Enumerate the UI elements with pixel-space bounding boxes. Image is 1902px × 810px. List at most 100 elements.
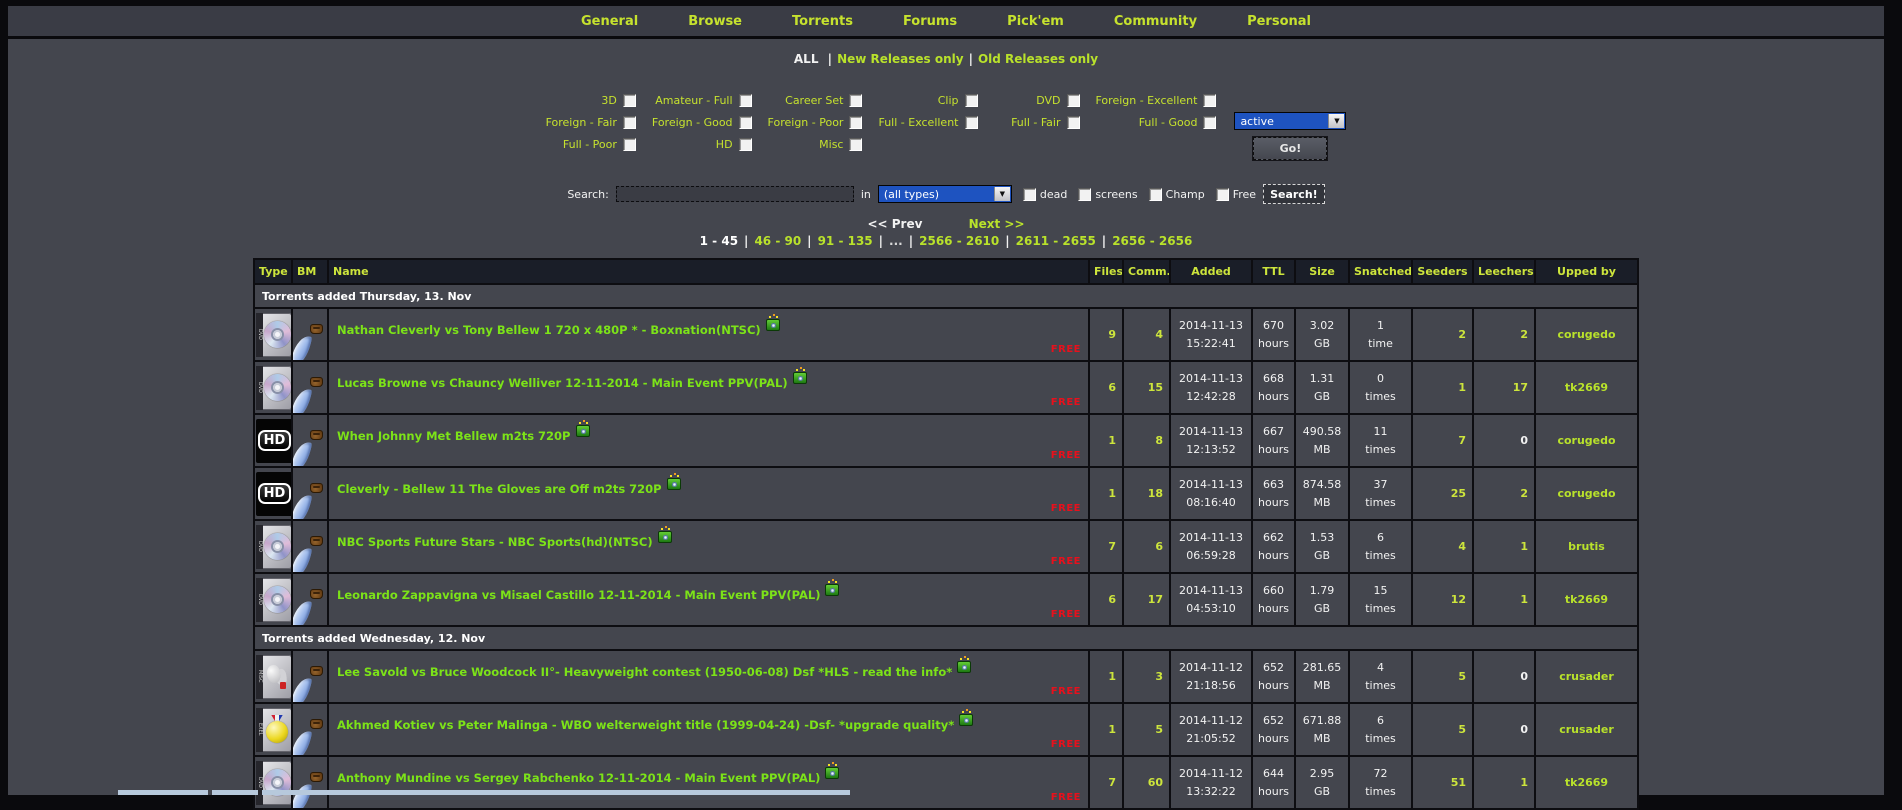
dvd-type-icon[interactable]: DVD xyxy=(256,577,290,622)
col-header-type[interactable]: Type xyxy=(253,258,293,285)
release-filter-link[interactable]: New Releases only xyxy=(837,52,964,66)
category-checkbox[interactable] xyxy=(1203,93,1217,107)
uploader-cell[interactable]: crusader xyxy=(1534,702,1639,757)
exel-type-icon[interactable]: EXEL xyxy=(256,707,290,752)
dvd-type-icon[interactable]: DVD xyxy=(256,365,290,410)
seeders-cell[interactable]: 7 xyxy=(1411,413,1474,468)
seeders-cell[interactable]: 25 xyxy=(1411,466,1474,521)
search-filter-checkbox[interactable] xyxy=(1148,187,1162,201)
leechers-cell[interactable]: 0 xyxy=(1472,702,1536,757)
files-cell[interactable]: 1 xyxy=(1088,413,1124,468)
nav-item-community[interactable]: Community xyxy=(1114,14,1197,29)
comments-cell[interactable]: 6 xyxy=(1122,519,1171,574)
pagination-link[interactable]: 2611 - 2655 xyxy=(1016,234,1096,248)
comments-cell[interactable]: 18 xyxy=(1122,466,1171,521)
uploader-cell[interactable]: corugedo xyxy=(1534,466,1639,521)
pagination-link[interactable]: 91 - 135 xyxy=(818,234,873,248)
nav-item-general[interactable]: General xyxy=(581,14,638,29)
dvd-type-icon[interactable]: DVD xyxy=(256,312,290,357)
screenshot-icon[interactable] xyxy=(657,528,672,543)
screenshot-icon[interactable] xyxy=(575,422,590,437)
files-cell[interactable]: 6 xyxy=(1088,572,1124,627)
category-checkbox[interactable] xyxy=(738,115,752,129)
col-header-size[interactable]: Size xyxy=(1294,258,1350,285)
torrent-name-link[interactable]: Nathan Cleverly vs Tony Bellew 1 720 x 4… xyxy=(337,323,761,337)
leechers-cell[interactable]: 1 xyxy=(1472,572,1536,627)
leechers-cell[interactable]: 0 xyxy=(1472,413,1536,468)
uploader-cell[interactable]: tk2669 xyxy=(1534,755,1639,810)
chevron-down-icon[interactable]: ▼ xyxy=(993,187,1010,201)
screenshot-icon[interactable] xyxy=(666,475,681,490)
category-checkbox[interactable] xyxy=(738,137,752,151)
nav-item-personal[interactable]: Personal xyxy=(1247,14,1311,29)
category-checkbox[interactable] xyxy=(849,93,863,107)
leechers-cell[interactable]: 2 xyxy=(1472,466,1536,521)
col-header-comm[interactable]: Comm. xyxy=(1122,258,1171,285)
torrent-name-link[interactable]: Lee Savold vs Bruce Woodcock II°- Heavyw… xyxy=(337,665,952,679)
leechers-cell[interactable]: 17 xyxy=(1472,360,1536,415)
nav-item-torrents[interactable]: Torrents xyxy=(792,14,853,29)
category-checkbox[interactable] xyxy=(622,115,636,129)
status-select[interactable]: active ▼ xyxy=(1234,112,1347,130)
next-page-link[interactable]: Next >> xyxy=(969,217,1025,231)
leechers-cell[interactable]: 1 xyxy=(1472,755,1536,810)
chevron-down-icon[interactable]: ▼ xyxy=(1328,114,1345,128)
seeders-cell[interactable]: 4 xyxy=(1411,519,1474,574)
comments-cell[interactable]: 8 xyxy=(1122,413,1171,468)
torrent-name-link[interactable]: Cleverly - Bellew 11 The Gloves are Off … xyxy=(337,482,662,496)
screenshot-icon[interactable] xyxy=(765,316,780,331)
files-cell[interactable]: 1 xyxy=(1088,702,1124,757)
screenshot-icon[interactable] xyxy=(957,658,972,673)
category-checkbox[interactable] xyxy=(1203,115,1217,129)
torrent-name-link[interactable]: NBC Sports Future Stars - NBC Sports(hd)… xyxy=(337,535,653,549)
category-checkbox[interactable] xyxy=(964,115,978,129)
hd-type-icon[interactable]: HD xyxy=(256,418,290,463)
uploader-cell[interactable]: tk2669 xyxy=(1534,572,1639,627)
col-header-added[interactable]: Added xyxy=(1169,258,1253,285)
comments-cell[interactable]: 17 xyxy=(1122,572,1171,627)
comments-cell[interactable]: 5 xyxy=(1122,702,1171,757)
screenshot-icon[interactable] xyxy=(825,764,840,779)
category-checkbox[interactable] xyxy=(622,137,636,151)
comments-cell[interactable]: 60 xyxy=(1122,755,1171,810)
torrent-name-link[interactable]: Anthony Mundine vs Sergey Rabchenko 12-1… xyxy=(337,771,820,785)
nav-item-browse[interactable]: Browse xyxy=(688,14,742,29)
nav-item-forums[interactable]: Forums xyxy=(903,14,957,29)
go-button[interactable]: Go! xyxy=(1252,136,1329,161)
files-cell[interactable]: 1 xyxy=(1088,466,1124,521)
files-cell[interactable]: 7 xyxy=(1088,755,1124,810)
col-header-snatched[interactable]: Snatched xyxy=(1348,258,1413,285)
pagination-link[interactable]: 2566 - 2610 xyxy=(919,234,999,248)
category-checkbox[interactable] xyxy=(964,93,978,107)
category-checkbox[interactable] xyxy=(1066,93,1080,107)
prev-page-link[interactable]: << Prev xyxy=(867,217,922,231)
col-header-files[interactable]: Files xyxy=(1088,258,1124,285)
torrent-name-link[interactable]: Leonardo Zappavigna vs Misael Castillo 1… xyxy=(337,588,820,602)
seeders-cell[interactable]: 12 xyxy=(1411,572,1474,627)
uploader-cell[interactable]: brutis xyxy=(1534,519,1639,574)
files-cell[interactable]: 9 xyxy=(1088,307,1124,362)
files-cell[interactable]: 1 xyxy=(1088,649,1124,704)
comments-cell[interactable]: 15 xyxy=(1122,360,1171,415)
search-input[interactable] xyxy=(615,186,854,202)
category-checkbox[interactable] xyxy=(1066,115,1080,129)
uploader-cell[interactable]: crusader xyxy=(1534,649,1639,704)
category-checkbox[interactable] xyxy=(622,93,636,107)
seeders-cell[interactable]: 51 xyxy=(1411,755,1474,810)
col-header-uppedby[interactable]: Upped by xyxy=(1534,258,1639,285)
seeders-cell[interactable]: 1 xyxy=(1411,360,1474,415)
comments-cell[interactable]: 3 xyxy=(1122,649,1171,704)
seeders-cell[interactable]: 5 xyxy=(1411,649,1474,704)
screenshot-icon[interactable] xyxy=(959,711,974,726)
pagination-link[interactable]: 46 - 90 xyxy=(754,234,801,248)
uploader-cell[interactable]: corugedo xyxy=(1534,413,1639,468)
col-header-seeders[interactable]: Seeders xyxy=(1411,258,1474,285)
uploader-cell[interactable]: tk2669 xyxy=(1534,360,1639,415)
leechers-cell[interactable]: 1 xyxy=(1472,519,1536,574)
category-checkbox[interactable] xyxy=(849,115,863,129)
nav-item-pickem[interactable]: Pick'em xyxy=(1007,14,1064,29)
files-cell[interactable]: 7 xyxy=(1088,519,1124,574)
seeders-cell[interactable]: 2 xyxy=(1411,307,1474,362)
torrent-name-link[interactable]: Akhmed Kotiev vs Peter Malinga - WBO wel… xyxy=(337,718,954,732)
release-filter-link[interactable]: Old Releases only xyxy=(978,52,1098,66)
